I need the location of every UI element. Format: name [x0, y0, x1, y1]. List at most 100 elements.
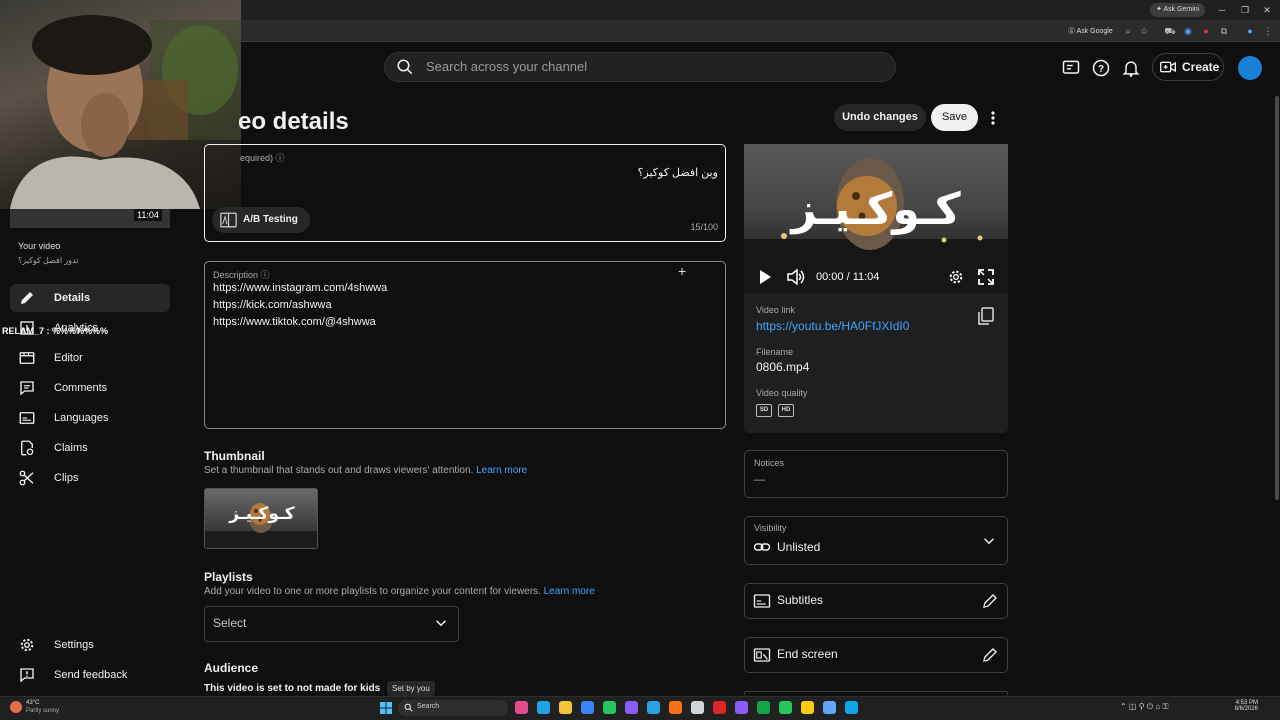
taskbar-app-icon[interactable] — [537, 701, 550, 714]
video-overlay-text: كـوكـيـز — [789, 184, 961, 235]
help-icon[interactable]: ⓘ — [261, 270, 270, 280]
page-scrollbar[interactable] — [1275, 96, 1279, 500]
title-char-counter: 15/100 — [690, 222, 718, 232]
sidebar-video-duration: 11:04 — [134, 209, 162, 221]
channel-avatar[interactable] — [1238, 56, 1262, 80]
pencil-icon[interactable] — [981, 592, 999, 610]
chevron-down-icon — [983, 538, 995, 545]
fullscreen-icon[interactable] — [978, 269, 994, 285]
gear-icon[interactable] — [948, 269, 964, 285]
sidebar-item-label: Settings — [54, 639, 94, 651]
taskbar-app-icon[interactable] — [691, 701, 704, 714]
taskbar-search[interactable] — [398, 700, 508, 716]
taskbar-app-icon[interactable] — [845, 701, 858, 714]
zoom-icon[interactable]: ⌕ — [1122, 25, 1134, 37]
notices-value: — — [754, 474, 765, 486]
notices-label: Notices — [754, 458, 785, 468]
save-button[interactable]: Save — [931, 104, 978, 131]
description-line[interactable]: https://www.instagram.com/4shwwa — [213, 282, 387, 294]
windows-taskbar — [0, 696, 1280, 720]
weather-temperature: 43°C — [26, 700, 40, 706]
undo-changes-button[interactable]: Undo changes — [834, 104, 926, 131]
taskbar-app-icon[interactable] — [713, 701, 726, 714]
thumbnail-image[interactable]: كـوكـيـز — [204, 488, 318, 549]
scissors-icon — [19, 470, 34, 486]
taskbar-app-icon[interactable] — [669, 701, 682, 714]
taskbar-app-icon[interactable] — [735, 701, 748, 714]
volume-icon[interactable] — [787, 269, 805, 285]
more-options-icon[interactable] — [986, 110, 1000, 126]
description-label: Description ⓘ — [213, 270, 270, 280]
thumbnail-learn-more-link[interactable]: Learn more — [476, 465, 527, 476]
page-title: eo details — [238, 108, 349, 135]
play-icon[interactable] — [757, 269, 773, 285]
description-line[interactable]: https://www.tiktok.com/@4shwwa — [213, 316, 376, 328]
sidebar-item-label: Editor — [54, 352, 83, 364]
taskbar-app-icon[interactable] — [757, 701, 770, 714]
taskbar-app-icon[interactable] — [801, 701, 814, 714]
taskbar-app-icon[interactable] — [625, 701, 638, 714]
gear-icon — [20, 638, 34, 652]
browser-menu-icon[interactable]: ⋮ — [1262, 25, 1274, 37]
thumbnail-heading: Thumbnail — [204, 449, 265, 463]
taskbar-app-icon[interactable] — [647, 701, 660, 714]
extension-icon[interactable]: ◉ — [1182, 25, 1194, 37]
taskbar-app-icon[interactable] — [823, 701, 836, 714]
profile-icon[interactable]: ● — [1244, 25, 1256, 37]
video-link[interactable]: https://youtu.be/HA0FfJXIdI0 — [756, 319, 909, 333]
sidebar-item-label: Details — [54, 292, 91, 304]
taskbar-app-icon[interactable] — [559, 701, 572, 714]
thumbnail-overlay-text: كـوكـيـز — [228, 504, 294, 524]
hd-quality-badge: HD — [778, 404, 794, 417]
bookmark-star-icon[interactable]: ☆ — [1138, 25, 1150, 37]
title-field-label: equired) ⓘ — [240, 153, 285, 163]
video-time: 00:00 / 11:04 — [816, 271, 880, 283]
system-tray-icons[interactable]: ⌃ ◫ ⚲ ⏻ ⌂ ⚿ — [1120, 702, 1168, 712]
taskbar-app-icon[interactable] — [515, 701, 528, 714]
taskbar-app-icon[interactable] — [779, 701, 792, 714]
sidebar-item-label: Claims — [54, 442, 88, 454]
your-video-label: Your video — [18, 241, 61, 251]
maximize-button[interactable]: ❐ — [1237, 2, 1253, 18]
video-quality-label: Video quality — [756, 388, 808, 398]
windows-start-icon[interactable] — [380, 702, 392, 714]
ask-gemini-button[interactable]: ✦ Ask Gemini — [1150, 3, 1206, 17]
help-icon[interactable]: ⓘ — [276, 153, 285, 163]
end-screen-icon — [753, 648, 771, 662]
taskbar-app-icon[interactable] — [603, 701, 616, 714]
playlists-subtitle: Add your video to one or more playlists … — [204, 586, 595, 597]
weather-sun-icon[interactable] — [10, 701, 22, 713]
minimize-button[interactable]: ─ — [1214, 2, 1230, 18]
extension-icon[interactable]: ⛟ — [1164, 25, 1176, 37]
taskbar-clock[interactable]: 4:53 PM 8/6/2026 — [1226, 700, 1258, 712]
search-icon — [397, 59, 413, 75]
svg-text:?: ? — [1098, 64, 1104, 75]
link-icon — [753, 543, 771, 551]
sidebar-item-label: Comments — [54, 382, 108, 394]
extensions-puzzle-icon[interactable]: ⧉ — [1218, 25, 1230, 37]
stream-overlay-text: RELAM_7 : %%%%%%% — [2, 326, 109, 336]
title-input[interactable]: وين افضل كوكيز؟ — [600, 166, 718, 179]
taskbar-app-icon[interactable] — [581, 701, 594, 714]
ask-google-button[interactable]: ⓖ Ask Google — [1068, 25, 1113, 39]
plus-icon[interactable]: + — [678, 263, 686, 279]
notifications-bell-icon[interactable] — [1121, 58, 1141, 78]
close-window-button[interactable]: ✕ — [1259, 2, 1275, 18]
extension-icon[interactable]: ● — [1200, 25, 1212, 37]
pencil-icon[interactable] — [981, 646, 999, 664]
sidebar-item-label: Languages — [54, 412, 109, 424]
messages-icon[interactable] — [1061, 58, 1081, 78]
audience-heading: Audience — [204, 661, 259, 675]
playlists-learn-more-link[interactable]: Learn more — [544, 586, 595, 597]
description-line[interactable]: https://kick.com/ashwwa — [213, 299, 332, 311]
help-icon[interactable]: ? — [1091, 58, 1111, 78]
visibility-label: Visibility — [754, 523, 787, 533]
copy-icon[interactable] — [978, 307, 994, 325]
thumbnail-subtitle: Set a thumbnail that stands out and draw… — [204, 465, 528, 476]
thumbnail-art: كـوكـيـز — [205, 503, 317, 548]
create-video-icon — [1160, 61, 1176, 73]
clock-date: 8/6/2026 — [1234, 706, 1258, 712]
ask-google-label: Ask Google — [1076, 28, 1113, 35]
search-placeholder[interactable]: Search across your channel — [426, 59, 587, 74]
audience-status: This video is set to not made for kids — [204, 683, 381, 694]
